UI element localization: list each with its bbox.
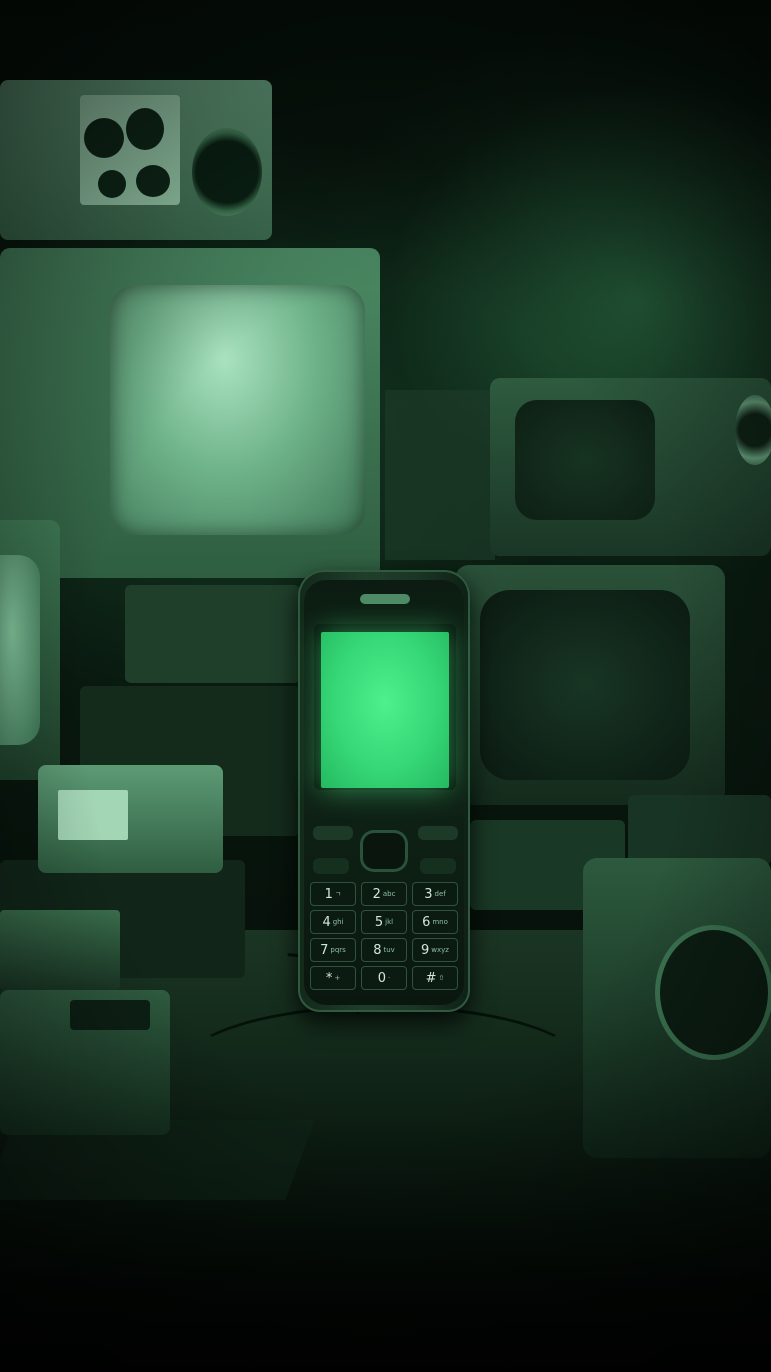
radio-knob xyxy=(98,170,126,198)
speaker-cone xyxy=(655,925,771,1060)
radio-speaker xyxy=(192,128,262,216)
tv-knob xyxy=(735,395,771,465)
left-softkey xyxy=(313,826,353,840)
key-2: 2 abc xyxy=(361,882,407,906)
key-3: 3 def xyxy=(412,882,458,906)
key-6: 6 mno xyxy=(412,910,458,934)
key-0: 0 · xyxy=(361,966,407,990)
device-box xyxy=(628,795,771,865)
cable xyxy=(180,1005,586,1131)
key-4: 4 ghi xyxy=(310,910,356,934)
key-hash: # ⇧ xyxy=(412,966,458,990)
key-1: 1ㄱ xyxy=(310,882,356,906)
radio-knob xyxy=(136,165,170,197)
right-softkey xyxy=(418,826,458,840)
key-8: 8 tuv xyxy=(361,938,407,962)
key-7: 7 pqrs xyxy=(310,938,356,962)
background-device xyxy=(385,390,495,560)
retro-electronics-scene: 1ㄱ 2 abc 3 def 4 ghi 5 jkl 6 mno 7 pqrs 8 tuv 9… xyxy=(0,0,771,1372)
radio-knob xyxy=(84,118,124,158)
phone-screen xyxy=(321,632,449,788)
crt-screen xyxy=(0,555,40,745)
crt-screen xyxy=(480,590,690,780)
call-key xyxy=(313,858,349,874)
crt-screen xyxy=(515,400,655,520)
crt-screen xyxy=(110,285,365,535)
vcr-unit xyxy=(125,585,300,683)
radio-knob xyxy=(126,108,164,150)
phone-keypad: 1ㄱ 2 abc 3 def 4 ghi 5 jkl 6 mno 7 pqrs 8 tuv 9… xyxy=(310,882,460,990)
key-5: 5 jkl xyxy=(361,910,407,934)
cassette-label xyxy=(58,790,128,840)
earpiece xyxy=(360,594,410,604)
key-star: * + xyxy=(310,966,356,990)
amplifier xyxy=(0,910,120,990)
device-slot xyxy=(70,1000,150,1030)
end-key xyxy=(420,858,456,874)
key-9: 9 wxyz xyxy=(412,938,458,962)
navigation-key xyxy=(360,830,408,872)
